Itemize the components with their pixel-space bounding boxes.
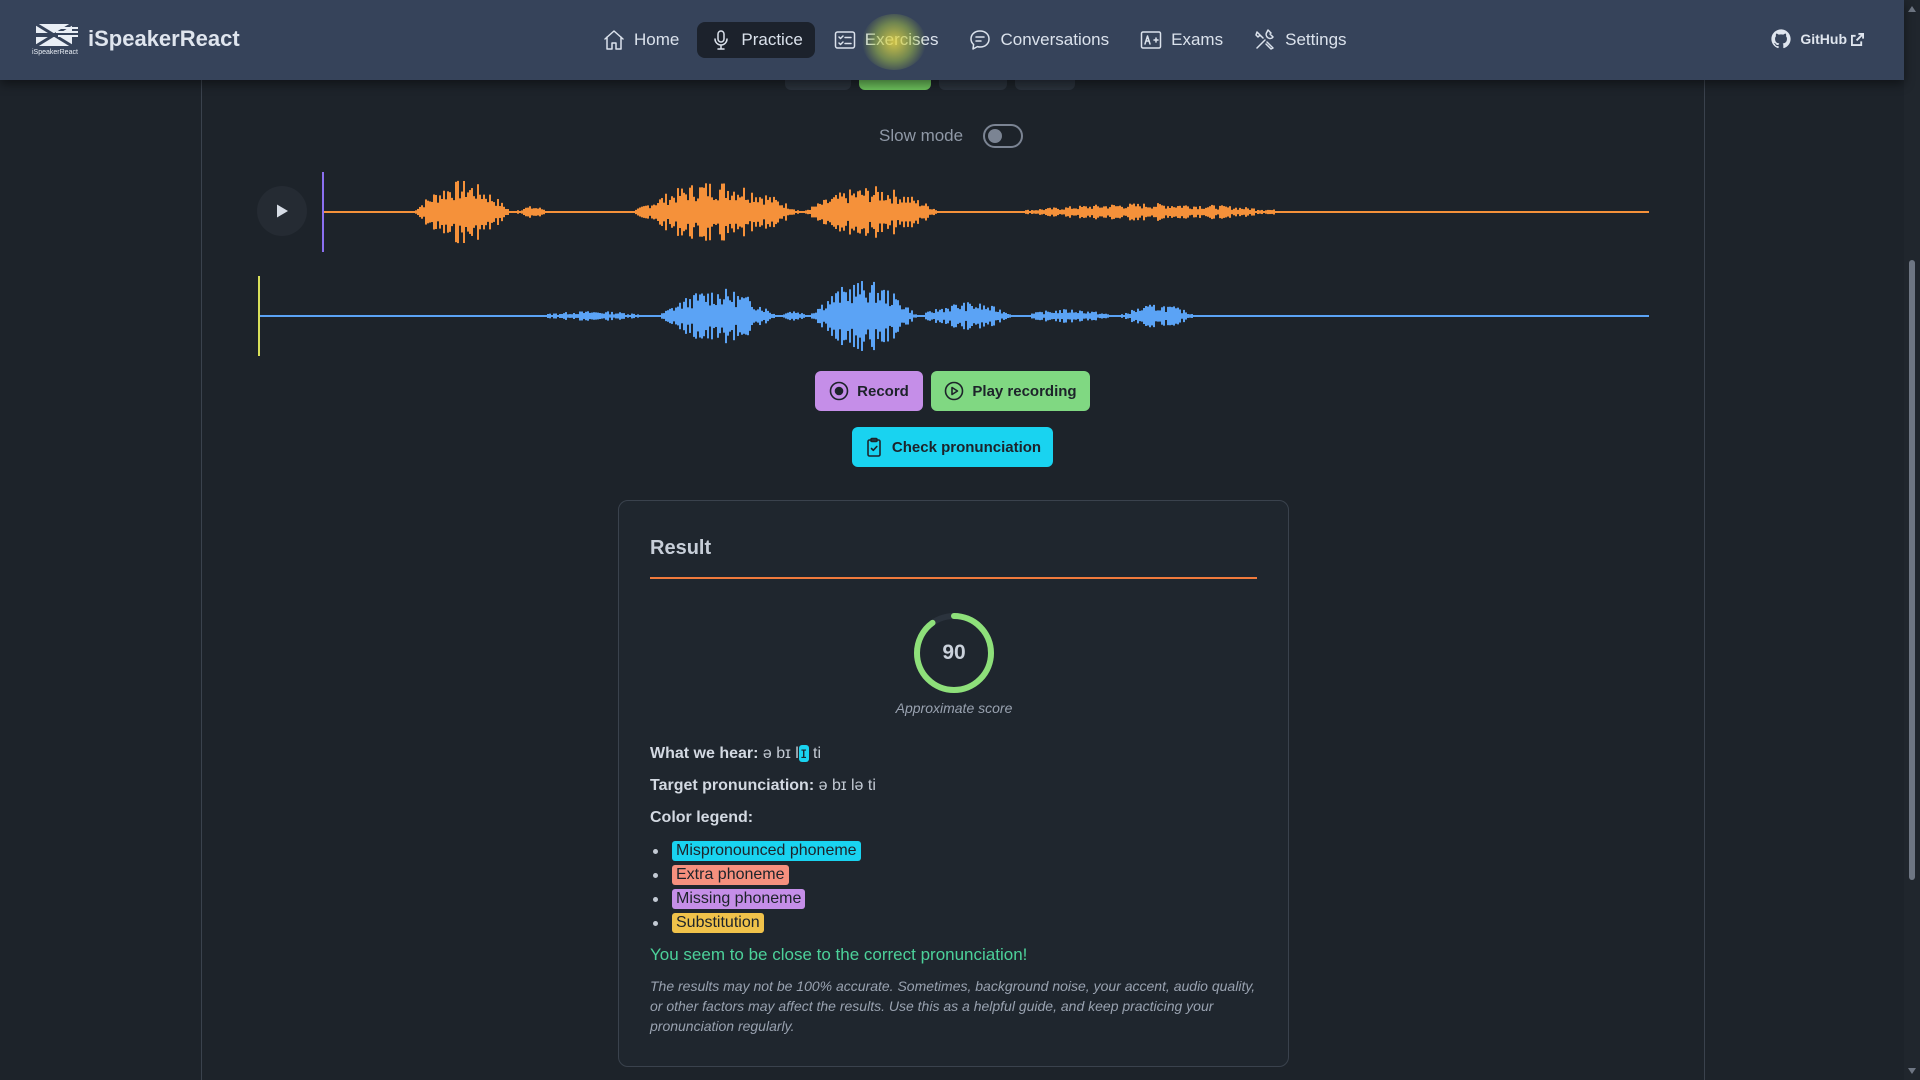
legend-missing: Missing phoneme [672,889,806,909]
record-icon [829,381,849,401]
result-divider [650,577,1257,579]
scroll-up-arrow[interactable] [1908,6,1916,12]
tools-icon [1255,29,1274,50]
color-legend-list: Mispronounced phoneme Extra phoneme Miss… [650,839,861,935]
record-button[interactable]: Record [815,371,923,411]
github-link[interactable]: GitHub [1770,28,1864,50]
nav-exercises[interactable]: Exercises [821,22,951,58]
recording-waveform[interactable] [258,276,1649,356]
brand-name: iSpeakerReact [88,26,240,51]
record-label: Record [857,382,909,400]
check-pronunciation-button[interactable]: Check pronunciation [852,427,1053,467]
toggle-knob [988,129,1003,143]
nav-exercises-label: Exercises [864,30,939,49]
nav-practice[interactable]: Practice [697,22,815,58]
legend-item: Extra phoneme [650,863,861,887]
home-icon [604,30,624,50]
target-pronunciation-value: ə bɪ lə ti [818,777,876,794]
check-pronunciation-label: Check pronunciation [891,438,1042,456]
scroll-down-arrow[interactable] [1908,1068,1916,1074]
ispeakerreact-logo: iSpeakerReact [32,22,78,56]
what-we-hear-after: ti [808,745,822,762]
nav-exams-label: Exams [1171,30,1224,49]
model-waveform[interactable] [322,172,1649,252]
microphone-icon [714,30,729,50]
navbar: iSpeakerReact iSpeakerReact Home Practic… [0,0,1904,80]
legend-item: Mispronounced phoneme [650,839,861,863]
nav-settings[interactable]: Settings [1241,22,1358,58]
target-pronunciation-label: Target pronunciation: [650,777,815,794]
result-card: Result 90 Approximate score What we hear… [618,500,1289,1067]
what-we-hear: What we hear: ə bɪ lɪ ti [650,745,821,763]
exercises-icon [834,31,856,49]
logo-text: iSpeakerReact [32,49,78,56]
target-pronunciation: Target pronunciation: ə bɪ lə ti [650,777,876,795]
clipboard-check-icon [867,437,881,457]
nav-conversations-label: Conversations [1000,30,1110,49]
legend-extra: Extra phoneme [672,865,789,885]
slow-mode-toggle[interactable] [983,124,1024,148]
nav-home-label: Home [634,30,680,49]
exam-icon [1140,31,1162,49]
color-legend-heading: Color legend: [650,809,753,827]
nav-settings-label: Settings [1285,30,1347,49]
score-caption: Approximate score [895,700,1013,716]
legend-mispronounced: Mispronounced phoneme [672,841,861,861]
slow-mode: Slow mode [879,124,1024,148]
chat-bubble-icon [970,30,991,50]
github-icon [1771,29,1791,49]
legend-substitution: Substitution [672,913,764,933]
nav-practice-label: Practice [741,30,803,49]
color-legend-label: Color legend: [650,809,754,826]
nav-home[interactable]: Home [590,22,691,58]
play-recording-button[interactable]: Play recording [931,371,1090,411]
score-value: 90 [942,641,966,664]
legend-item: Missing phoneme [650,887,861,911]
main-nav: Home Practice Exercises Conversations Ex… [590,22,1359,58]
play-icon [277,204,288,218]
what-we-hear-before: ə bɪ l [762,745,799,762]
scroll-thumb[interactable] [1909,260,1915,880]
github-label: GitHub [1800,31,1847,47]
play-model-audio-button[interactable] [257,186,307,236]
feedback-message: You seem to be close to the correct pron… [650,945,1028,964]
mispronounced-phoneme: ɪ [798,745,809,762]
play-circle-icon [945,381,964,401]
disclaimer: The results may not be 100% accurate. So… [650,978,1256,1034]
external-link-icon [1851,32,1864,46]
nav-exams[interactable]: Exams [1127,22,1235,58]
slow-mode-label: Slow mode [879,126,964,145]
result-title: Result [650,537,712,559]
play-recording-label: Play recording [972,382,1077,400]
legend-item: Substitution [650,911,861,935]
nav-conversations[interactable]: Conversations [956,22,1121,58]
what-we-hear-label: What we hear: [650,745,759,762]
page-scrollbar[interactable] [1904,0,1920,1080]
brand[interactable]: iSpeakerReact iSpeakerReact [32,22,240,56]
